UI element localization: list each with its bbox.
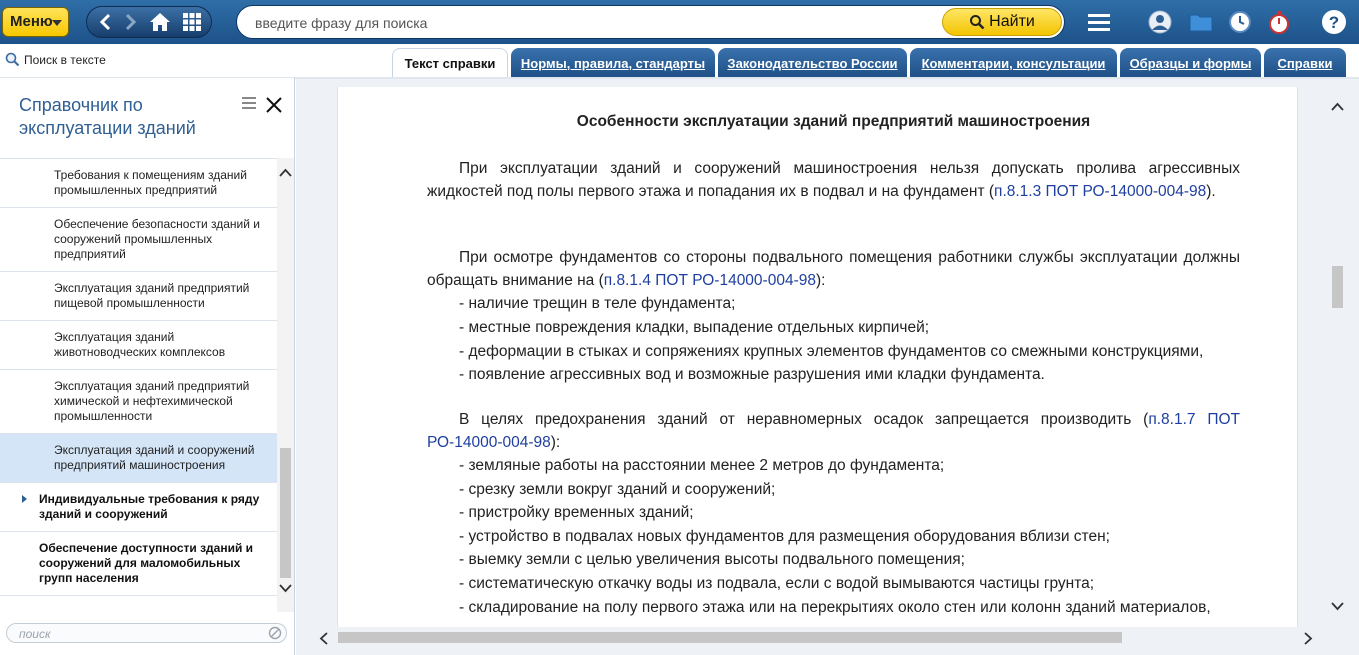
scroll-up-icon[interactable] bbox=[279, 168, 292, 177]
reference-link[interactable]: п.8.1.3 ПОТ РО-14000-004-98 bbox=[994, 183, 1206, 200]
find-button-label: Найти bbox=[989, 13, 1035, 30]
sidebar-item[interactable]: Требования к помещениям зданий промышлен… bbox=[0, 159, 277, 208]
sidebar: Справочник по эксплуатации зданий Требов… bbox=[0, 78, 295, 655]
tab-references[interactable]: Справки bbox=[1264, 48, 1346, 78]
folder-icon[interactable] bbox=[1187, 8, 1215, 36]
menu-button-label: Меню bbox=[10, 13, 53, 30]
paragraph-2: При осмотре фундаментов со стороны подва… bbox=[427, 247, 1240, 292]
tab-comments[interactable]: Комментарии, консультации bbox=[910, 48, 1117, 78]
hamburger-icon[interactable] bbox=[1085, 8, 1113, 36]
scroll-up-icon[interactable] bbox=[1331, 102, 1344, 111]
navigation-group bbox=[86, 6, 212, 38]
sidebar-item-selected[interactable]: Эксплуатация зданий и сооружений предпри… bbox=[0, 434, 277, 483]
paragraph-1: При эксплуатации зданий и сооружений маш… bbox=[427, 158, 1240, 203]
list-item: - выемку земли с целью увеличения высоты… bbox=[459, 551, 965, 568]
list-item: - земляные работы на расстоянии менее 2 … bbox=[459, 457, 945, 474]
expand-triangle-icon[interactable] bbox=[22, 495, 27, 503]
sidebar-item[interactable]: Эксплуатация зданий животноводческих ком… bbox=[0, 321, 277, 370]
back-icon[interactable] bbox=[91, 7, 119, 37]
scroll-thumb[interactable] bbox=[1332, 266, 1343, 308]
tab-legislation[interactable]: Законодательство России bbox=[718, 48, 907, 78]
scroll-left-icon[interactable] bbox=[319, 632, 328, 645]
list-item: - местные повреждения кладки, выпадение … bbox=[459, 319, 930, 336]
forward-icon[interactable] bbox=[117, 7, 145, 37]
tab-norms[interactable]: Нормы, правила, стандарты bbox=[511, 48, 715, 78]
sidebar-item[interactable]: Обеспечение доступности зданий и сооруже… bbox=[0, 532, 277, 596]
sidebar-item-label: Индивидуальные требования к ряду зданий … bbox=[39, 492, 260, 521]
list-item: - появление агрессивных вод и возможные … bbox=[459, 366, 1045, 383]
scroll-down-icon[interactable] bbox=[279, 584, 292, 593]
list-item: - складирование на полу первого этажа ил… bbox=[459, 599, 1211, 616]
search-icon bbox=[970, 15, 985, 30]
tab-samples[interactable]: Образцы и формы bbox=[1120, 48, 1261, 78]
list-item: - устройство в подвалах новых фундаменто… bbox=[459, 528, 1110, 545]
help-icon[interactable]: ? bbox=[1320, 8, 1348, 36]
document-scrollbar[interactable] bbox=[1328, 90, 1346, 620]
history-clock-icon[interactable] bbox=[1226, 8, 1254, 36]
sidebar-list: Требования к помещениям зданий промышлен… bbox=[0, 158, 277, 612]
sidebar-search bbox=[6, 623, 287, 643]
scroll-thumb[interactable] bbox=[338, 632, 1122, 643]
sidebar-item[interactable]: Обеспечение безопасности зданий и сооруж… bbox=[0, 208, 277, 272]
tab-reference-text[interactable]: Текст справки bbox=[392, 48, 508, 78]
sidebar-search-input[interactable] bbox=[19, 626, 259, 641]
sidebar-scrollbar[interactable] bbox=[277, 158, 294, 612]
menu-button[interactable]: Меню bbox=[2, 7, 69, 37]
horizontal-scrollbar[interactable] bbox=[316, 629, 1316, 647]
document-heading: Особенности эксплуатации зданий предприя… bbox=[576, 113, 1091, 130]
paragraph-end: ). bbox=[1206, 182, 1216, 200]
scroll-down-icon[interactable] bbox=[1331, 602, 1344, 611]
search-input[interactable] bbox=[255, 14, 945, 32]
paragraph-text: В целях предохранения зданий от неравном… bbox=[459, 411, 1149, 428]
reference-link[interactable]: п.8.1.4 ПОТ РО-14000-004-98 bbox=[604, 272, 816, 289]
svg-text:?: ? bbox=[1329, 13, 1339, 32]
search-in-text[interactable]: Поиск в тексте bbox=[5, 52, 106, 67]
user-icon[interactable] bbox=[1146, 8, 1174, 36]
paragraph-text: При осмотре фундаментов со стороны подва… bbox=[427, 249, 1240, 289]
list-item: - срезку земли вокруг зданий и сооружени… bbox=[459, 481, 776, 498]
close-icon[interactable] bbox=[265, 94, 283, 120]
list-item: - наличие трещин в теле фундамента; bbox=[459, 295, 736, 312]
scroll-thumb[interactable] bbox=[280, 448, 291, 578]
list-item: - систематическую откачку воды из подвал… bbox=[459, 575, 1095, 592]
home-icon[interactable] bbox=[145, 7, 175, 37]
search-bar: Найти bbox=[236, 5, 1065, 39]
tab-bar: Текст справки Нормы, правила, стандарты … bbox=[392, 48, 1349, 78]
list-menu-icon[interactable] bbox=[242, 96, 256, 114]
paragraph-end: ): bbox=[550, 433, 561, 451]
app-window: Меню Н bbox=[0, 0, 1359, 655]
dropdown-arrow-icon bbox=[52, 20, 62, 26]
list-item: - деформации в стыках и сопряжениях круп… bbox=[459, 343, 1204, 360]
scroll-right-icon[interactable] bbox=[1304, 632, 1313, 645]
grid-icon[interactable] bbox=[177, 7, 207, 37]
list-item: - пристройку временных зданий; bbox=[459, 504, 694, 521]
top-toolbar: Меню Н bbox=[0, 0, 1359, 44]
sidebar-item-expandable[interactable]: Индивидуальные требования к ряду зданий … bbox=[0, 483, 277, 532]
search-in-text-label: Поиск в тексте bbox=[24, 52, 106, 67]
sidebar-item[interactable]: Эксплуатация зданий предприятий пищевой … bbox=[0, 272, 277, 321]
find-button[interactable]: Найти bbox=[942, 8, 1062, 36]
paragraph-3: В целях предохранения зданий от неравном… bbox=[427, 409, 1240, 454]
stopwatch-icon[interactable] bbox=[1265, 8, 1293, 36]
paragraph-end: ): bbox=[815, 271, 826, 289]
magnifier-icon bbox=[5, 52, 20, 67]
clear-icon[interactable] bbox=[268, 626, 282, 640]
sidebar-item[interactable]: Эксплуатация зданий предприятий химическ… bbox=[0, 370, 277, 434]
sidebar-title: Справочник по эксплуатации зданий bbox=[19, 95, 196, 138]
document-page: Особенности эксплуатации зданий предприя… bbox=[337, 87, 1298, 627]
